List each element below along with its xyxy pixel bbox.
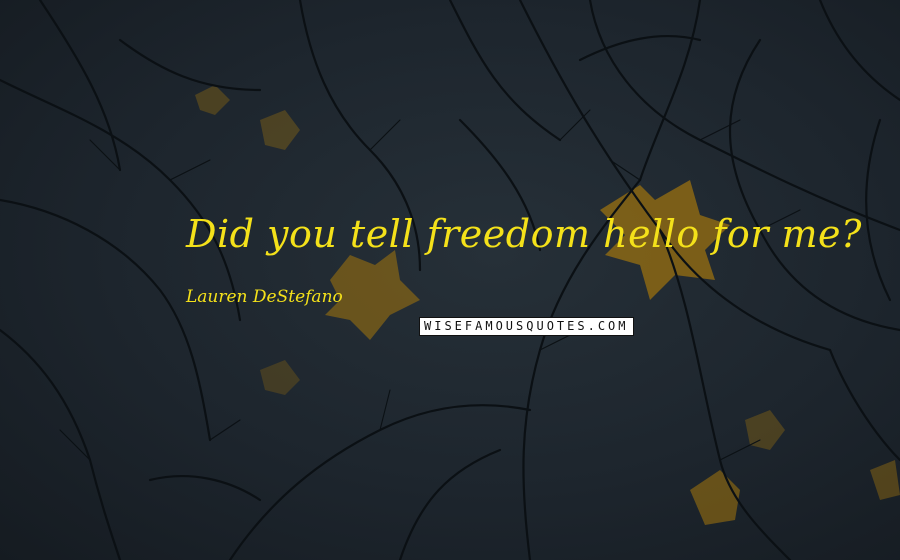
leaf [260,360,300,395]
leaf [195,85,230,115]
leaf [690,470,740,525]
leaf [260,110,300,150]
background-branches-image [0,0,900,560]
site-watermark: WISEFAMOUSQUOTES.COM [419,317,634,336]
quote-text: Did you tell freedom hello for me? [186,212,862,256]
leaf [870,460,900,500]
tree-branches [0,0,900,560]
quote-author: Lauren DeStefano [186,287,343,307]
quote-card: Did you tell freedom hello for me? Laure… [0,0,900,560]
thin-twigs [59,109,801,461]
